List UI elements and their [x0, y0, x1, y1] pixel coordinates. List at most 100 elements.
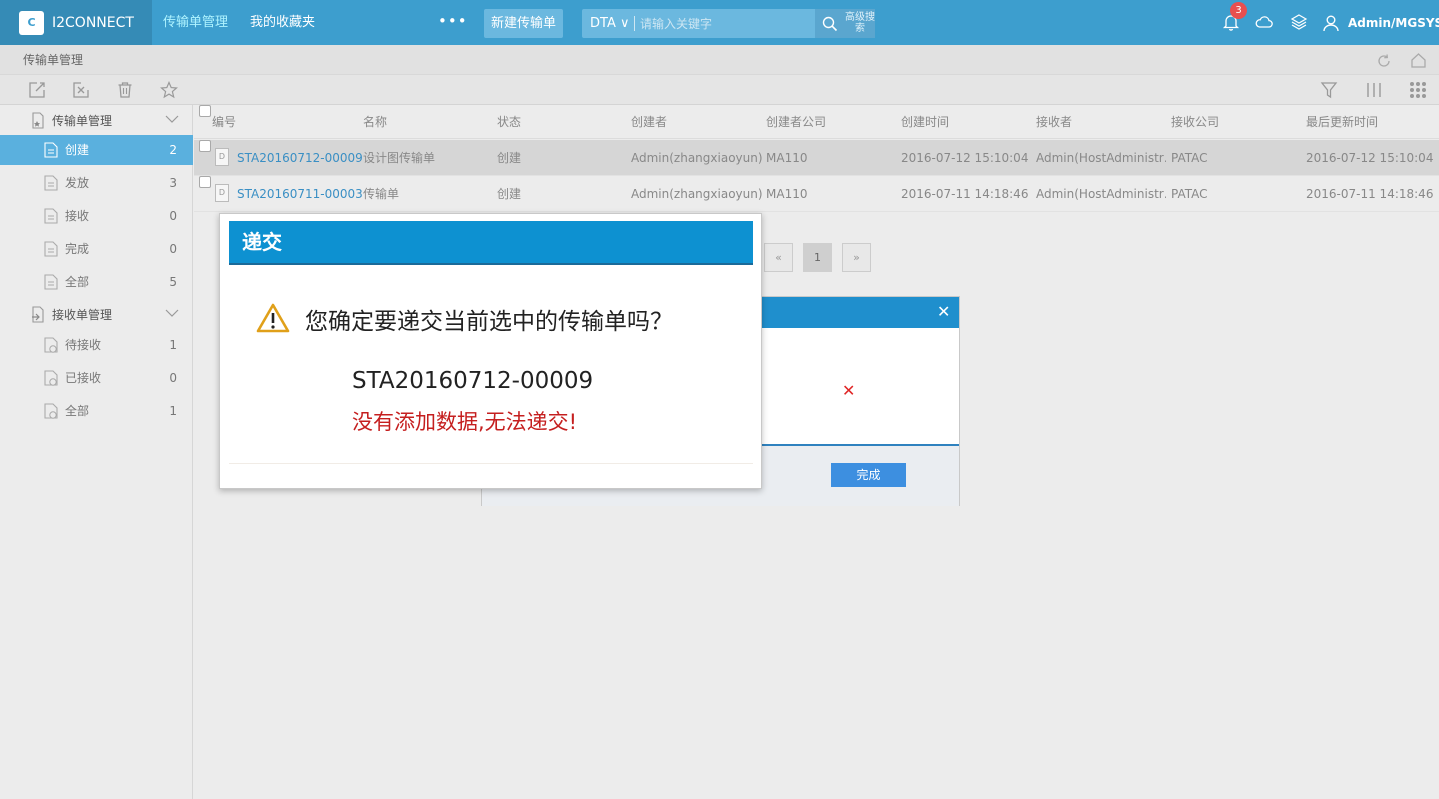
- column-header[interactable]: 接收公司: [1171, 105, 1219, 139]
- error-message: 没有添加数据,无法递交!: [352, 410, 578, 434]
- done-button[interactable]: 完成: [831, 463, 906, 487]
- user-icon: [1323, 15, 1339, 31]
- chevron-down-icon: ∨: [619, 16, 630, 31]
- column-header[interactable]: 接收者: [1036, 105, 1072, 139]
- column-header[interactable]: 编号: [212, 105, 236, 139]
- sidebar-item-all[interactable]: 全部 5: [0, 267, 193, 297]
- user-name: Admin/MGSYS: [1348, 15, 1439, 30]
- columns-icon[interactable]: [1365, 81, 1383, 99]
- sidebar-item-label: 接收: [65, 209, 90, 223]
- document-icon: D: [215, 184, 229, 202]
- home-icon[interactable]: [1410, 52, 1427, 69]
- row-receiver: Admin(HostAdministr…: [1036, 151, 1166, 165]
- chevron-down-icon: [165, 309, 179, 317]
- sidebar-item-label: 待接收: [65, 338, 102, 352]
- edit-icon[interactable]: [28, 81, 46, 99]
- dialog-divider: [229, 463, 753, 464]
- search-icon: [822, 16, 838, 31]
- submit-confirm-dialog: 递交 您确定要递交当前选中的传输单吗？ STA20160712-00009 没有…: [219, 213, 762, 489]
- sidebar-item-count: 2: [169, 143, 177, 157]
- sidebar-item-label: 发放: [65, 176, 90, 190]
- table-header: 编号 名称 状态 创建者 创建者公司 创建时间 接收者 接收公司 最后更新时间: [194, 105, 1439, 139]
- row-status: 创建: [497, 151, 522, 165]
- top-bar: C I2CONNECT 传输单管理 我的收藏夹 ••• 新建传输单 DTA ∨ …: [0, 0, 1439, 45]
- tab-transfer-management[interactable]: 传输单管理: [163, 0, 228, 45]
- filter-icon[interactable]: [1320, 81, 1338, 99]
- sidebar-item-create[interactable]: 创建 2: [0, 135, 193, 165]
- sidebar-item-receive[interactable]: 接收 0: [0, 201, 193, 231]
- document-star-icon: [32, 112, 44, 129]
- sidebar-item-label: 已接收: [65, 371, 102, 385]
- notification-badge: 3: [1230, 2, 1247, 19]
- row-checkbox[interactable]: [199, 176, 211, 188]
- search-input[interactable]: [640, 13, 810, 34]
- column-header[interactable]: 创建时间: [901, 105, 949, 139]
- tab-favorites[interactable]: 我的收藏夹: [250, 0, 315, 45]
- row-creator-company: MA110: [766, 151, 808, 165]
- chevron-down-icon: [165, 115, 179, 123]
- row-receiver-company: PATAC: [1171, 151, 1208, 165]
- document-icon: [44, 403, 58, 419]
- confirm-question: 您确定要递交当前选中的传输单吗？: [305, 309, 673, 335]
- column-header[interactable]: 创建者: [631, 105, 667, 139]
- close-icon[interactable]: ✕: [937, 304, 950, 320]
- breadcrumb-bar: 传输单管理: [0, 45, 1439, 75]
- prev-page-button[interactable]: «: [764, 243, 793, 272]
- page-number-button[interactable]: 1: [803, 243, 832, 272]
- error-x-icon: ✕: [842, 381, 856, 400]
- table-row[interactable]: D STA20160711-00003 传输单 创建 Admin(zhangxi…: [194, 176, 1439, 212]
- sidebar-item-all-received[interactable]: 全部 1: [0, 396, 193, 426]
- sidebar-group-transfer[interactable]: 传输单管理: [0, 105, 193, 135]
- row-updated: 2016-07-11 14:18:46: [1306, 187, 1434, 201]
- row-checkbox[interactable]: [199, 140, 211, 152]
- select-all-checkbox[interactable]: [199, 105, 211, 117]
- dialog-title: 递交: [229, 221, 753, 265]
- document-icon: [44, 142, 58, 158]
- row-updated: 2016-07-12 15:10:04: [1306, 151, 1434, 165]
- sidebar-item-received[interactable]: 已接收 0: [0, 363, 193, 393]
- column-header[interactable]: 状态: [497, 105, 521, 139]
- new-transfer-button[interactable]: 新建传输单: [484, 9, 563, 38]
- trash-icon[interactable]: [116, 81, 134, 99]
- row-creator: Admin(zhangxiaoyun): [631, 151, 763, 165]
- row-name: 设计图传输单: [363, 151, 436, 165]
- sidebar-item-complete[interactable]: 完成 0: [0, 234, 193, 264]
- star-icon[interactable]: [160, 81, 178, 99]
- advanced-search-button[interactable]: 高级搜索: [845, 9, 875, 38]
- cloud-icon[interactable]: [1254, 12, 1274, 32]
- row-name: 传输单: [363, 187, 400, 201]
- sidebar-item-issue[interactable]: 发放 3: [0, 168, 193, 198]
- row-id-link[interactable]: STA20160712-00009: [237, 140, 363, 176]
- grid-apps-icon[interactable]: [1409, 81, 1427, 99]
- column-header[interactable]: 最后更新时间: [1306, 105, 1378, 139]
- app-logo[interactable]: C I2CONNECT: [0, 0, 152, 45]
- sidebar-item-count: 1: [169, 404, 177, 418]
- row-id-link[interactable]: STA20160711-00003: [237, 176, 363, 212]
- column-header[interactable]: 创建者公司: [766, 105, 826, 139]
- sidebar-item-label: 创建: [65, 143, 90, 157]
- column-header[interactable]: 名称: [363, 105, 387, 139]
- next-page-button[interactable]: »: [842, 243, 871, 272]
- sidebar-group-receipt[interactable]: 接收单管理: [0, 299, 193, 329]
- sidebar-item-count: 0: [169, 242, 177, 256]
- warning-icon: [256, 303, 290, 333]
- layers-icon[interactable]: [1289, 12, 1309, 32]
- sidebar-group-label: 接收单管理: [52, 307, 113, 322]
- table-row[interactable]: D STA20160712-00009 设计图传输单 创建 Admin(zhan…: [194, 140, 1439, 176]
- document-icon: [44, 175, 58, 191]
- row-created: 2016-07-11 14:18:46: [901, 187, 1029, 201]
- document-check-icon: [44, 370, 58, 386]
- document-clock-icon: [44, 337, 58, 353]
- sidebar-item-count: 5: [169, 275, 177, 289]
- sidebar-item-pending-receive[interactable]: 待接收 1: [0, 330, 193, 360]
- sidebar-item-count: 0: [169, 371, 177, 385]
- document-icon: D: [215, 148, 229, 166]
- refresh-icon[interactable]: [1376, 53, 1392, 69]
- more-menu-icon[interactable]: •••: [438, 0, 468, 45]
- search-scope-select[interactable]: DTA ∨: [590, 9, 630, 38]
- search-button[interactable]: [815, 9, 845, 38]
- row-status: 创建: [497, 187, 522, 201]
- cancel-document-icon[interactable]: [72, 81, 90, 99]
- user-menu[interactable]: Admin/MGSYS: [1322, 0, 1439, 45]
- logo-icon: C: [19, 10, 44, 35]
